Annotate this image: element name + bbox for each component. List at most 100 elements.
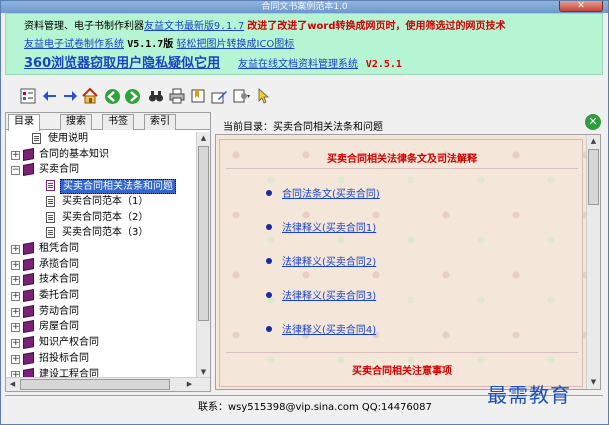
banner-notice: 改进了改进了word转换成网页时，使用筛选过的网页技术 [247,21,506,32]
tree-item[interactable]: + 建设工程合同 [6,367,194,378]
document-frame: 买卖合同相关法律条文及司法解释 合同法条文(买卖合同) 法律释义(买卖合同1) … [219,139,583,387]
page-icon [46,195,55,207]
tree-item-label: 建设工程合同 [39,368,99,378]
book-icon [23,289,34,302]
scroll-up-icon[interactable]: ▲ [587,135,600,148]
tree-item[interactable]: + 招投标合同 [6,351,194,366]
banner-link-wenshu[interactable]: 友益文书最新版9.1.7 [144,21,244,32]
scroll-left-icon[interactable]: ◀ [6,378,19,391]
find-binoculars-icon[interactable] [147,87,165,105]
toolbar [5,82,603,110]
tab-search[interactable]: 搜索 [60,114,92,130]
expand-icon[interactable]: + [11,339,20,349]
bullet-icon [266,326,272,332]
tree-item[interactable]: 买卖合同范本（2） [6,211,194,225]
book-icon [23,257,34,271]
tree-item[interactable]: + 技术合同 [6,273,194,287]
tab-bookmarks[interactable]: 书签 [102,114,134,130]
content-scroll-thumb[interactable] [588,149,599,205]
scroll-up-icon[interactable]: ▲ [197,132,210,145]
app-window: 合同文书案例范本1.0 ✕ 资料管理、电子书制作利器友益文书最新版9.1.7 改… [0,0,609,425]
link-contract-law[interactable]: 合同法条文(买卖合同) [282,185,380,200]
expand-icon[interactable]: + [11,323,20,333]
banner-line-2: 友益电子试卷制作系统 V5.1.7版 轻松把图片转换成ICO图标 [24,35,294,50]
tree-toggle-icon[interactable] [19,87,37,105]
banner-link-360[interactable]: 360浏览器窃取用户隐私疑似它用 [24,56,220,71]
banner-online-version: V2.5.1 [365,59,402,70]
banner-link-online[interactable]: 友益在线文档资料管理系统 [238,59,358,70]
contents-tree: 使用说明 + 合同的基本知识 − 买卖合同买卖合同相关法条和问题 买卖合同范本（1） 买卖合… [6,132,194,377]
banner-version: V5.1.7版 [127,39,174,50]
book-icon [23,273,34,287]
tree-hscroll-thumb[interactable] [20,379,170,390]
content-vertical-scrollbar[interactable]: ▲ ▼ [586,135,600,389]
tree-scroll-thumb[interactable] [198,146,209,321]
tree-item[interactable]: 买卖合同相关法条和问题 [6,179,194,195]
back-arrow-icon[interactable] [41,87,59,105]
settings-icon[interactable] [233,87,251,105]
page-icon [46,211,55,223]
tree-item[interactable]: + 租凭合同 [6,241,194,256]
pointer-icon[interactable] [255,87,273,105]
tree-item[interactable]: + 合同的基本知识 [6,147,194,162]
banner-link-exam[interactable]: 友益电子试卷制作系统 [24,39,124,50]
tree-item[interactable]: 使用说明 [6,132,194,146]
nav-tabs: 目录 搜索 书签 索引 [6,113,210,131]
tree-item[interactable]: + 委托合同 [6,289,194,303]
link-interpretation-1[interactable]: 法律释义(买卖合同1) [282,219,376,234]
tree-item-label: 买卖合同相关法条和问题 [60,179,176,195]
book-icon [23,241,34,255]
tree-item[interactable]: + 房屋合同 [6,320,194,334]
window-title: 合同文书案例范本1.0 [261,2,348,12]
tree-item-label: 买卖合同范本（1） [62,195,149,207]
tree-item[interactable]: + 劳动合同 [6,304,194,319]
home-icon[interactable] [81,87,99,105]
scroll-down-icon[interactable]: ▼ [587,376,600,389]
tree-horizontal-scrollbar[interactable]: ◀ ▶ [6,377,210,391]
bullet-icon [266,292,272,298]
tab-index[interactable]: 索引 [144,114,176,130]
close-button[interactable]: ✕ [559,1,603,12]
banner-link-ico[interactable]: 轻松把图片转换成ICO图标 [177,39,295,50]
banner-prefix: 资料管理、电子书制作利器 [24,21,144,32]
tree-item[interactable]: 买卖合同范本（3） [6,226,194,240]
expand-icon[interactable]: + [11,307,20,317]
close-pane-icon[interactable]: ✕ [585,114,601,130]
tab-contents[interactable]: 目录 [8,114,40,131]
collapse-icon[interactable]: − [11,166,20,176]
navigation-pane: 目录 搜索 书签 索引 使用说明 + 合同的基本知识 − 买卖合同买卖合同相关法条和问题… [5,112,211,392]
link-interpretation-3[interactable]: 法律释义(买卖合同3) [282,287,376,302]
book-icon [23,147,34,161]
book-icon [23,367,34,377]
expand-icon[interactable]: + [11,244,20,254]
expand-icon[interactable]: + [11,354,20,364]
bookmark-icon[interactable] [189,87,207,105]
print-icon[interactable] [168,87,186,105]
book-icon [23,304,34,318]
next-green-icon[interactable] [123,87,141,105]
scroll-right-icon[interactable]: ▶ [183,378,196,391]
expand-icon[interactable]: + [11,260,20,270]
section-divider [226,352,578,353]
tree-item[interactable]: 买卖合同范本（1） [6,195,194,209]
tree-vertical-scrollbar[interactable]: ▲ ▼ [196,132,210,379]
link-interpretation-2[interactable]: 法律释义(买卖合同2) [282,253,376,268]
tree-item-label: 租凭合同 [39,242,79,254]
page-icon [46,227,55,239]
expand-icon[interactable]: + [11,292,20,301]
prev-green-icon[interactable] [103,87,121,105]
bullet-icon [266,224,272,230]
forward-arrow-icon[interactable] [61,87,79,105]
edit-icon[interactable] [210,87,228,105]
expand-icon[interactable]: + [11,276,20,286]
open-book-icon [46,180,55,192]
tree-item-label: 合同的基本知识 [39,148,109,160]
section-title-laws: 买卖合同相关法律条文及司法解释 [327,154,477,165]
tree-item[interactable]: − 买卖合同 [6,163,194,177]
expand-icon[interactable]: + [11,150,20,160]
tree-item[interactable]: + 承揽合同 [6,257,194,272]
tree-item[interactable]: + 知识产权合同 [6,336,194,350]
bullet-icon [266,258,272,264]
tree-item-label: 房屋合同 [39,321,79,333]
link-interpretation-4[interactable]: 法律释义(买卖合同4) [282,321,376,336]
